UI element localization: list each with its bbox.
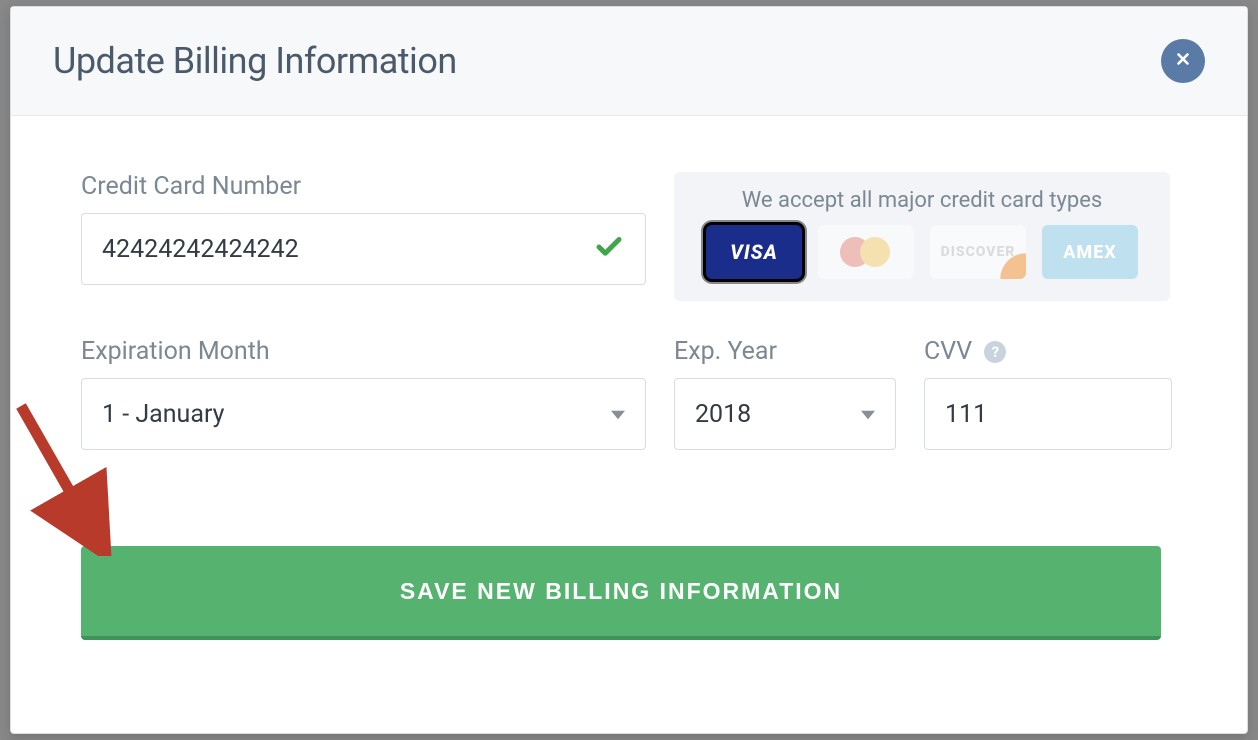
modal-header: Update Billing Information [11,7,1247,116]
save-button[interactable]: SAVE NEW BILLING INFORMATION [81,546,1161,640]
discover-logo: DISCOVER [930,225,1026,279]
exp-month-value: 1 - January [102,400,224,429]
close-icon [1174,48,1192,74]
close-button[interactable] [1161,39,1205,83]
exp-year-value: 2018 [695,400,751,429]
accepted-cards-panel: We accept all major credit card types VI… [674,172,1170,301]
cvv-label: CVV ? [924,337,1172,366]
billing-modal: Update Billing Information Credit Card N… [10,6,1248,734]
chevron-down-icon [861,400,875,429]
mastercard-logo [818,225,914,279]
accepted-cards-text: We accept all major credit card types [698,188,1146,213]
exp-month-select[interactable]: 1 - January [81,378,646,450]
checkmark-icon [594,232,624,266]
card-logos: VISA DISCOVER AMEX [698,225,1146,279]
amex-logo: AMEX [1042,225,1138,279]
cvv-text[interactable] [945,400,1151,429]
credit-card-input[interactable] [81,213,646,285]
exp-year-label: Exp. Year [674,337,896,366]
exp-year-select[interactable]: 2018 [674,378,896,450]
visa-logo: VISA [706,225,802,279]
credit-card-text[interactable] [102,235,585,264]
exp-month-field: Expiration Month 1 - January [81,337,646,450]
exp-month-label: Expiration Month [81,337,646,366]
credit-card-label: Credit Card Number [81,172,646,201]
cvv-field: CVV ? [924,337,1172,450]
modal-title: Update Billing Information [53,40,457,82]
exp-year-field: Exp. Year 2018 [674,337,896,450]
credit-card-field: Credit Card Number [81,172,646,301]
cvv-input[interactable] [924,378,1172,450]
chevron-down-icon [611,400,625,429]
help-icon[interactable]: ? [984,341,1006,363]
modal-body: Credit Card Number We accept all major c… [11,116,1247,733]
